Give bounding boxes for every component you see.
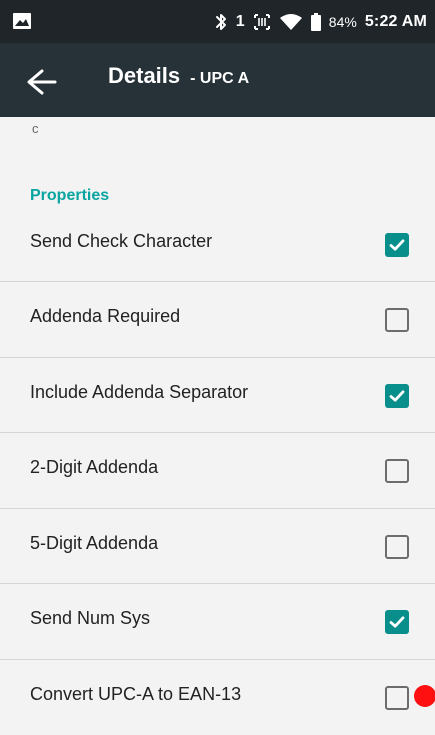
property-row[interactable]: Addenda Required — [0, 282, 435, 357]
sim-indicator: 1 — [235, 12, 245, 30]
checkbox-checked[interactable] — [385, 384, 409, 408]
title-text: Details — [108, 63, 181, 88]
record-indicator-dot — [414, 685, 435, 707]
checkbox-unchecked[interactable] — [385, 686, 409, 710]
checkbox-checked[interactable] — [385, 610, 409, 634]
subtitle-text: - UPC A — [190, 70, 250, 87]
property-row[interactable]: 2-Digit Addenda — [0, 433, 435, 508]
barcode-icon — [253, 13, 271, 31]
property-row[interactable]: Convert UPC-A to EAN-13 — [0, 660, 435, 735]
section-title: Properties — [30, 187, 110, 204]
property-label: 5-Digit Addenda — [30, 533, 159, 553]
property-row[interactable]: 5-Digit Addenda — [0, 509, 435, 584]
checkbox-checked[interactable] — [385, 233, 409, 257]
status-time: 5:22 AM — [364, 12, 427, 30]
status-bar: 1 84% 5:22 AM — [0, 0, 435, 43]
property-row[interactable]: Send Check Character — [0, 207, 435, 282]
status-icons: 1 84% 5:22 AM — [214, 0, 427, 43]
property-row[interactable]: Send Num Sys — [0, 584, 435, 659]
page-title: Details - UPC A — [108, 63, 249, 97]
details-content[interactable]: c Properties Send Check Character Addend… — [0, 117, 435, 726]
image-icon — [12, 12, 32, 30]
wifi-icon — [279, 13, 303, 31]
partial-text: c — [32, 121, 39, 136]
property-row[interactable]: Include Addenda Separator — [0, 358, 435, 433]
bluetooth-icon — [214, 12, 228, 32]
back-arrow-icon[interactable] — [24, 67, 58, 97]
battery-icon — [310, 12, 321, 31]
property-label: Send Num Sys — [30, 608, 151, 628]
property-label: 2-Digit Addenda — [30, 457, 159, 477]
property-label: Include Addenda Separator — [30, 382, 249, 402]
battery-percent: 84% — [328, 13, 357, 30]
property-label: Addenda Required — [30, 306, 181, 326]
checkbox-unchecked[interactable] — [385, 535, 409, 559]
checkbox-unchecked[interactable] — [385, 308, 409, 332]
property-label: Convert UPC-A to EAN-13 — [30, 684, 242, 704]
property-label: Send Check Character — [30, 231, 213, 251]
app-bar: Details - UPC A — [0, 43, 435, 117]
checkbox-unchecked[interactable] — [385, 459, 409, 483]
